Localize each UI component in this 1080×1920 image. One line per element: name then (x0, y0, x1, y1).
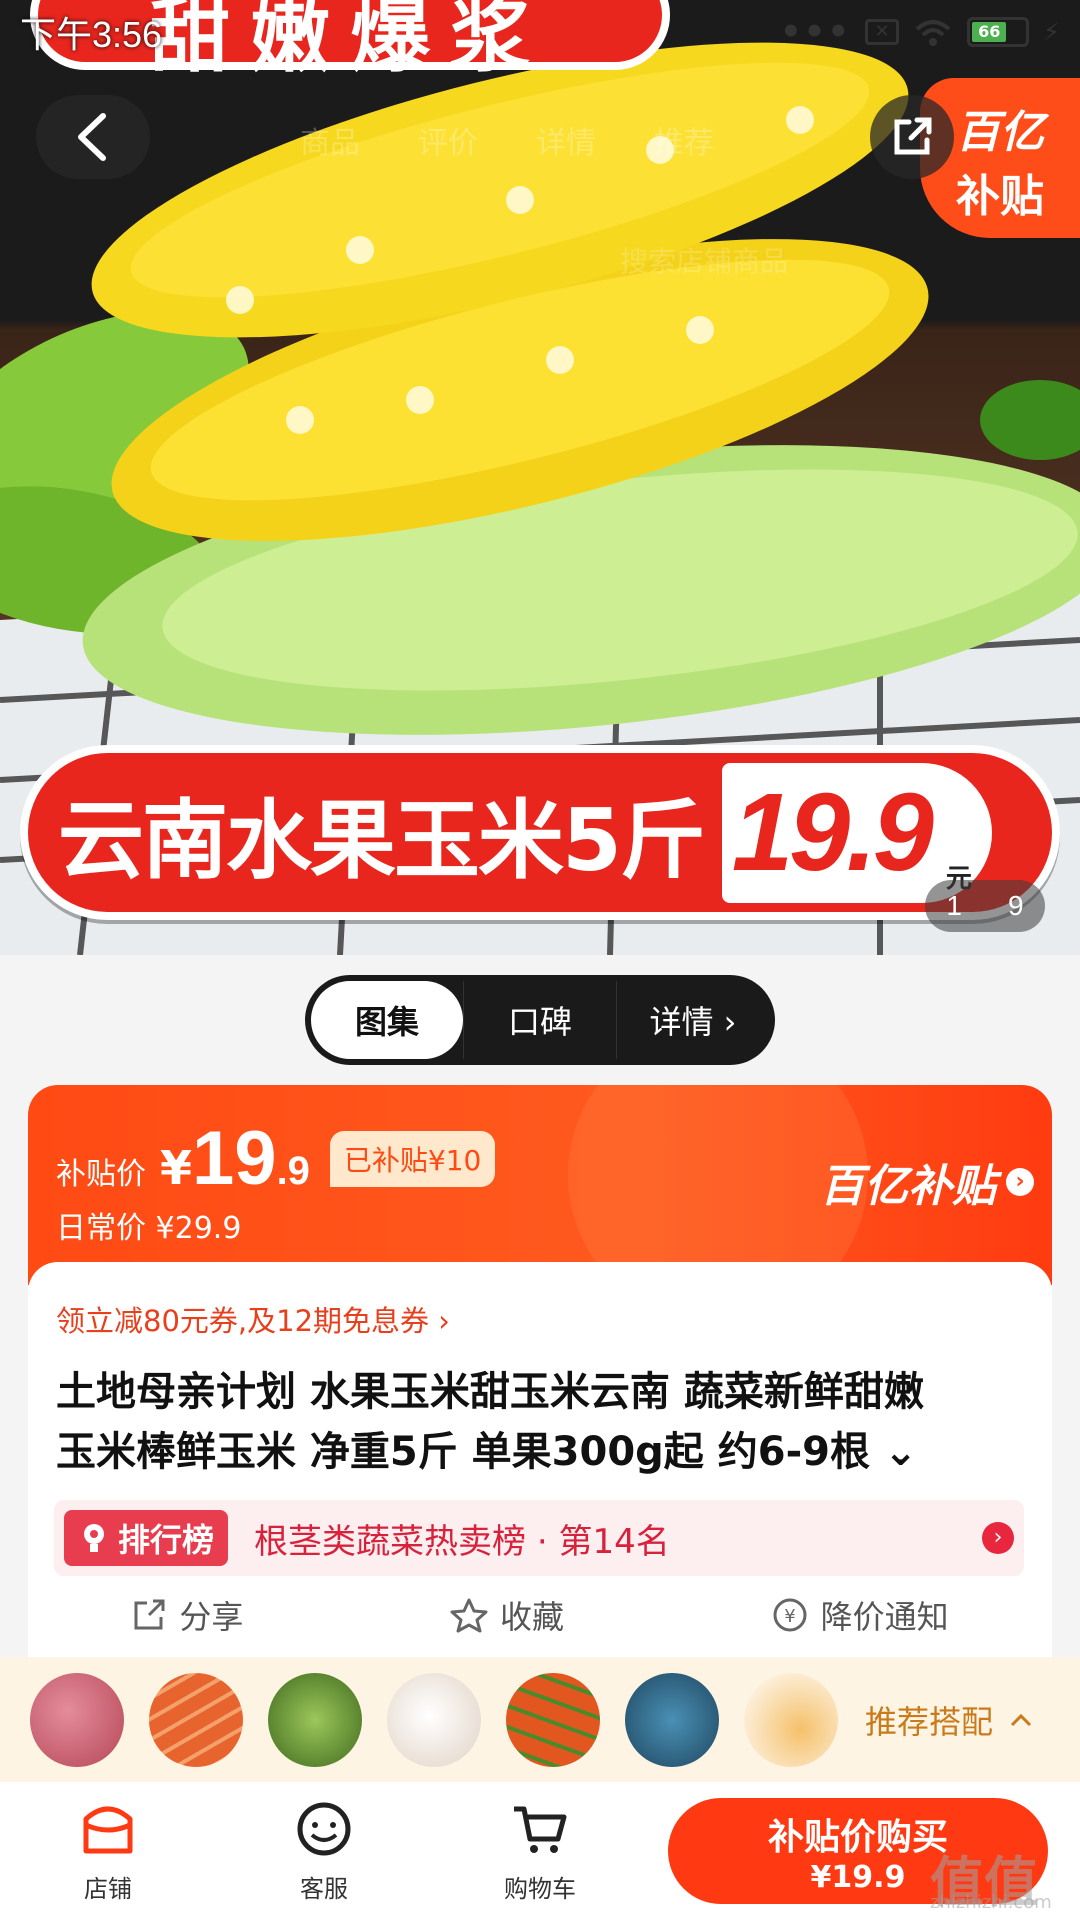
chevron-right-icon: › (982, 1522, 1014, 1554)
subsidy-price-row: 补贴价 ¥ 19 .9 已补贴¥10 (56, 1115, 496, 1202)
price-integer: 19 (192, 1116, 277, 1201)
ghost-search-text: 搜索店铺商品 (620, 245, 789, 278)
battery-level: 66 (972, 22, 1007, 42)
chevron-right-icon: › (1006, 1168, 1034, 1196)
pager-total: 9 (1008, 890, 1024, 921)
ghost-tab: 评价 (418, 126, 478, 161)
cart-label: 购物车 (504, 1874, 576, 1903)
product-title[interactable]: 土地母亲计划 水果玉米甜玉米云南 蔬菜新鲜甜嫩 玉米棒鲜玉米 净重5斤 单果30… (56, 1362, 1036, 1482)
subsidy-brand-text: 百亿补贴 (820, 1161, 996, 1212)
reco-thumbnail[interactable] (625, 1672, 719, 1767)
reco-thumbnail[interactable] (506, 1672, 600, 1767)
subsidy-price-label: 补贴价 (56, 1157, 146, 1192)
product-image-carousel[interactable]: 甜嫩爆浆 商品 评价 详情 推荐 搜索店铺商品 下午3:56 ••• ✕ 66 … (0, 0, 1080, 955)
store-button[interactable]: 店铺 (0, 1799, 216, 1904)
product-actions: 分享 收藏 ¥ 降价通知 (28, 1592, 1052, 1638)
subsidy-brand-link[interactable]: 百亿补贴 › (820, 1150, 1034, 1214)
share-icon (134, 1599, 165, 1630)
battery-icon: 66 (967, 17, 1030, 47)
share-action-button[interactable]: 分享 (131, 1592, 243, 1638)
buy-button-price: ¥19.9 (810, 1859, 906, 1895)
ranking-badge: 排行榜 (64, 1510, 229, 1566)
chevron-up-icon (1010, 1713, 1032, 1727)
ranking-text: 根茎类蔬菜热卖榜 · 第14名 (254, 1521, 670, 1562)
reco-thumbnail[interactable] (387, 1672, 481, 1767)
bottom-action-bar: 店铺 客服 购物车 补贴价购买 ¥19.9 (0, 1782, 1080, 1920)
subsidy-amount-tag: 已补贴¥10 (329, 1130, 496, 1187)
favorite-button[interactable]: 收藏 (450, 1592, 564, 1638)
recommend-combo-toggle[interactable]: 推荐搭配 (865, 1697, 1033, 1743)
regular-price: 日常价 ¥29.9 (56, 1211, 242, 1246)
share-button[interactable] (870, 95, 954, 179)
ranking-bar[interactable]: 排行榜 根茎类蔬菜热卖榜 · 第14名 › (54, 1500, 1024, 1576)
svg-text:¥: ¥ (784, 1606, 795, 1627)
tab-gallery[interactable]: 图集 (311, 981, 463, 1059)
reco-thumbnail[interactable] (30, 1672, 124, 1767)
product-title-line2: 玉米棒鲜玉米 净重5斤 单果300g起 约6-9根 ⌄ (56, 1429, 918, 1475)
favorite-label: 收藏 (499, 1598, 564, 1636)
ranking-badge-label: 排行榜 (118, 1521, 215, 1559)
cart-button[interactable]: 购物车 (432, 1799, 648, 1904)
hero-price-banner: 云南水果玉米5斤 19.9 元 (20, 745, 1060, 920)
ghost-nav-tabs: 商品 评价 详情 推荐 (300, 118, 714, 162)
hero-banner-title: 云南水果玉米5斤 (58, 791, 706, 891)
status-time: 下午3:56 (20, 14, 163, 55)
ghost-tab: 详情 (536, 126, 596, 161)
price-alert-label: 降价通知 (820, 1598, 949, 1636)
charging-icon: ⚡ (1043, 18, 1060, 46)
store-icon (83, 1806, 133, 1853)
star-icon (450, 1598, 488, 1633)
reco-thumbnail[interactable] (149, 1672, 243, 1767)
customer-service-button[interactable]: 客服 (216, 1799, 432, 1904)
coupon-link[interactable]: 领立减80元券,及12期免息券 › (56, 1298, 450, 1340)
price-alert-button[interactable]: ¥ 降价通知 (771, 1592, 949, 1638)
ghost-tab: 商品 (300, 126, 360, 161)
chevron-left-icon (78, 113, 106, 161)
product-title-line1: 土地母亲计划 水果玉米甜玉米云南 蔬菜新鲜甜嫩 (56, 1369, 924, 1415)
tab-details[interactable]: 详情 › (617, 981, 769, 1059)
hero-banner-price: 19.9 (731, 771, 934, 894)
customer-service-label: 客服 (300, 1874, 348, 1903)
price-decimal: .9 (276, 1149, 310, 1193)
store-label: 店铺 (84, 1874, 132, 1903)
pager-current: 1 (946, 890, 962, 921)
site-watermark-url: zhizhizhi.com (930, 1892, 1052, 1913)
status-more-icon: ••• (779, 12, 852, 52)
share-icon (894, 117, 932, 155)
wifi-icon (915, 20, 951, 46)
trophy-icon (84, 1524, 104, 1552)
subsidy-price-card[interactable]: 补贴价 ¥ 19 .9 已补贴¥10 日常价 ¥29.9 百亿补贴 › (28, 1085, 1052, 1285)
reco-thumbnail[interactable] (744, 1672, 838, 1767)
recommend-combo-label: 推荐搭配 (865, 1703, 994, 1741)
product-info-card: 领立减80元券,及12期免息券 › 土地母亲计划 水果玉米甜玉米云南 蔬菜新鲜甜… (28, 1262, 1052, 1662)
status-bar: 下午3:56 ••• ✕ 66 ⚡ (0, 0, 1080, 64)
media-segment-tabs: 图集 口碑 详情 › (305, 975, 775, 1065)
chat-face-icon (297, 1802, 351, 1855)
price-alert-icon: ¥ (773, 1598, 807, 1632)
tab-reviews[interactable]: 口碑 (463, 981, 617, 1059)
recommendation-strip: 推荐搭配 (0, 1657, 1080, 1782)
currency-symbol: ¥ (160, 1141, 193, 1195)
reco-thumbnail[interactable] (268, 1672, 362, 1767)
share-label: 分享 (179, 1598, 244, 1636)
brand-line2: 补贴 (956, 171, 1044, 222)
cart-icon (514, 1806, 567, 1853)
back-button[interactable] (36, 95, 150, 179)
ghost-tab: 推荐 (654, 126, 714, 161)
notification-icon: ✕ (865, 19, 900, 45)
image-pager: 1 9 (925, 880, 1045, 932)
buy-button-label: 补贴价购买 (767, 1816, 948, 1858)
